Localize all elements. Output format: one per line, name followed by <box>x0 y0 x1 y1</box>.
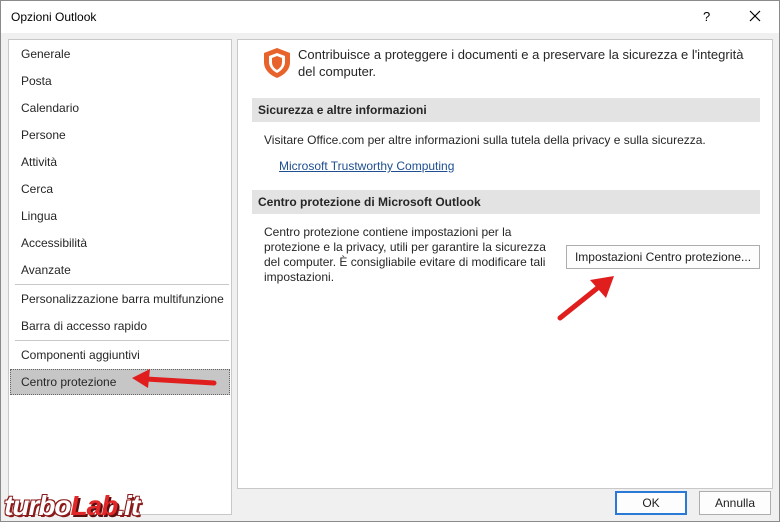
section-header-centro-protezione: Centro protezione di Microsoft Outlook <box>252 190 760 214</box>
sidebar-item-barra-accesso[interactable]: Barra di accesso rapido <box>10 313 230 339</box>
cancel-button[interactable]: Annulla <box>699 491 771 515</box>
sidebar-item-label: Posta <box>21 74 52 88</box>
section-text-centro-protezione: Centro protezione contiene impostazioni … <box>264 225 546 284</box>
trust-center-settings-button[interactable]: Impostazioni Centro protezione... <box>566 245 760 269</box>
sidebar-item-lingua[interactable]: Lingua <box>10 203 230 229</box>
trustworthy-computing-link[interactable]: Microsoft Trustworthy Computing <box>279 159 454 173</box>
section-text-sicurezza: Visitare Office.com per altre informazio… <box>264 133 706 147</box>
options-dialog: Opzioni Outlook ? Generale Posta Calenda… <box>0 0 780 522</box>
sidebar-item-cerca[interactable]: Cerca <box>10 176 230 202</box>
help-button[interactable]: ? <box>703 9 710 24</box>
main-panel: Contribuisce a proteggere i documenti e … <box>237 39 773 489</box>
shield-icon <box>262 47 292 79</box>
sidebar-item-label: Avanzate <box>21 263 71 277</box>
sidebar-item-label: Generale <box>21 47 71 61</box>
annotation-arrow-button <box>557 276 614 321</box>
sidebar-divider <box>15 284 229 285</box>
annotation-arrow-sidebar <box>132 369 217 388</box>
sidebar-item-avanzate[interactable]: Avanzate <box>10 257 230 283</box>
watermark-part: turbo <box>4 490 72 521</box>
sidebar-item-label: Persone <box>21 128 66 142</box>
sidebar-item-attivita[interactable]: Attività <box>10 149 230 175</box>
sidebar-item-posta[interactable]: Posta <box>10 68 230 94</box>
sidebar-item-personalizzazione[interactable]: Personalizzazione barra multifunzione <box>10 286 230 312</box>
sidebar-item-label: Cerca <box>21 182 54 196</box>
sidebar-item-label: Barra di accesso rapido <box>21 319 148 333</box>
sidebar-item-label: Calendario <box>21 101 80 115</box>
section-header-sicurezza: Sicurezza e altre informazioni <box>252 98 760 122</box>
sidebar-item-label: Componenti aggiuntivi <box>21 348 140 362</box>
sidebar-divider <box>15 340 229 341</box>
sidebar-item-label: Personalizzazione barra multifunzione <box>21 292 224 306</box>
sidebar-item-label: Centro protezione <box>21 375 117 389</box>
window-title: Opzioni Outlook <box>11 10 97 24</box>
close-icon[interactable] <box>743 5 767 27</box>
sidebar-item-label: Attività <box>21 155 58 169</box>
watermark-part: .it <box>117 490 140 521</box>
sidebar: Generale Posta Calendario Persone Attivi… <box>8 39 232 515</box>
sidebar-item-generale[interactable]: Generale <box>10 41 230 67</box>
sidebar-item-accessibilita[interactable]: Accessibilità <box>10 230 230 256</box>
watermark-part: Lab <box>70 490 119 521</box>
sidebar-item-label: Accessibilità <box>21 236 88 250</box>
intro-text: Contribuisce a proteggere i documenti e … <box>298 47 744 79</box>
sidebar-item-calendario[interactable]: Calendario <box>10 95 230 121</box>
sidebar-item-persone[interactable]: Persone <box>10 122 230 148</box>
sidebar-item-label: Lingua <box>21 209 58 223</box>
title-bar: Opzioni Outlook ? <box>1 1 779 33</box>
sidebar-item-componenti[interactable]: Componenti aggiuntivi <box>10 342 230 368</box>
ok-button[interactable]: OK <box>615 491 687 515</box>
watermark-logo: turboLab.it <box>4 490 140 522</box>
